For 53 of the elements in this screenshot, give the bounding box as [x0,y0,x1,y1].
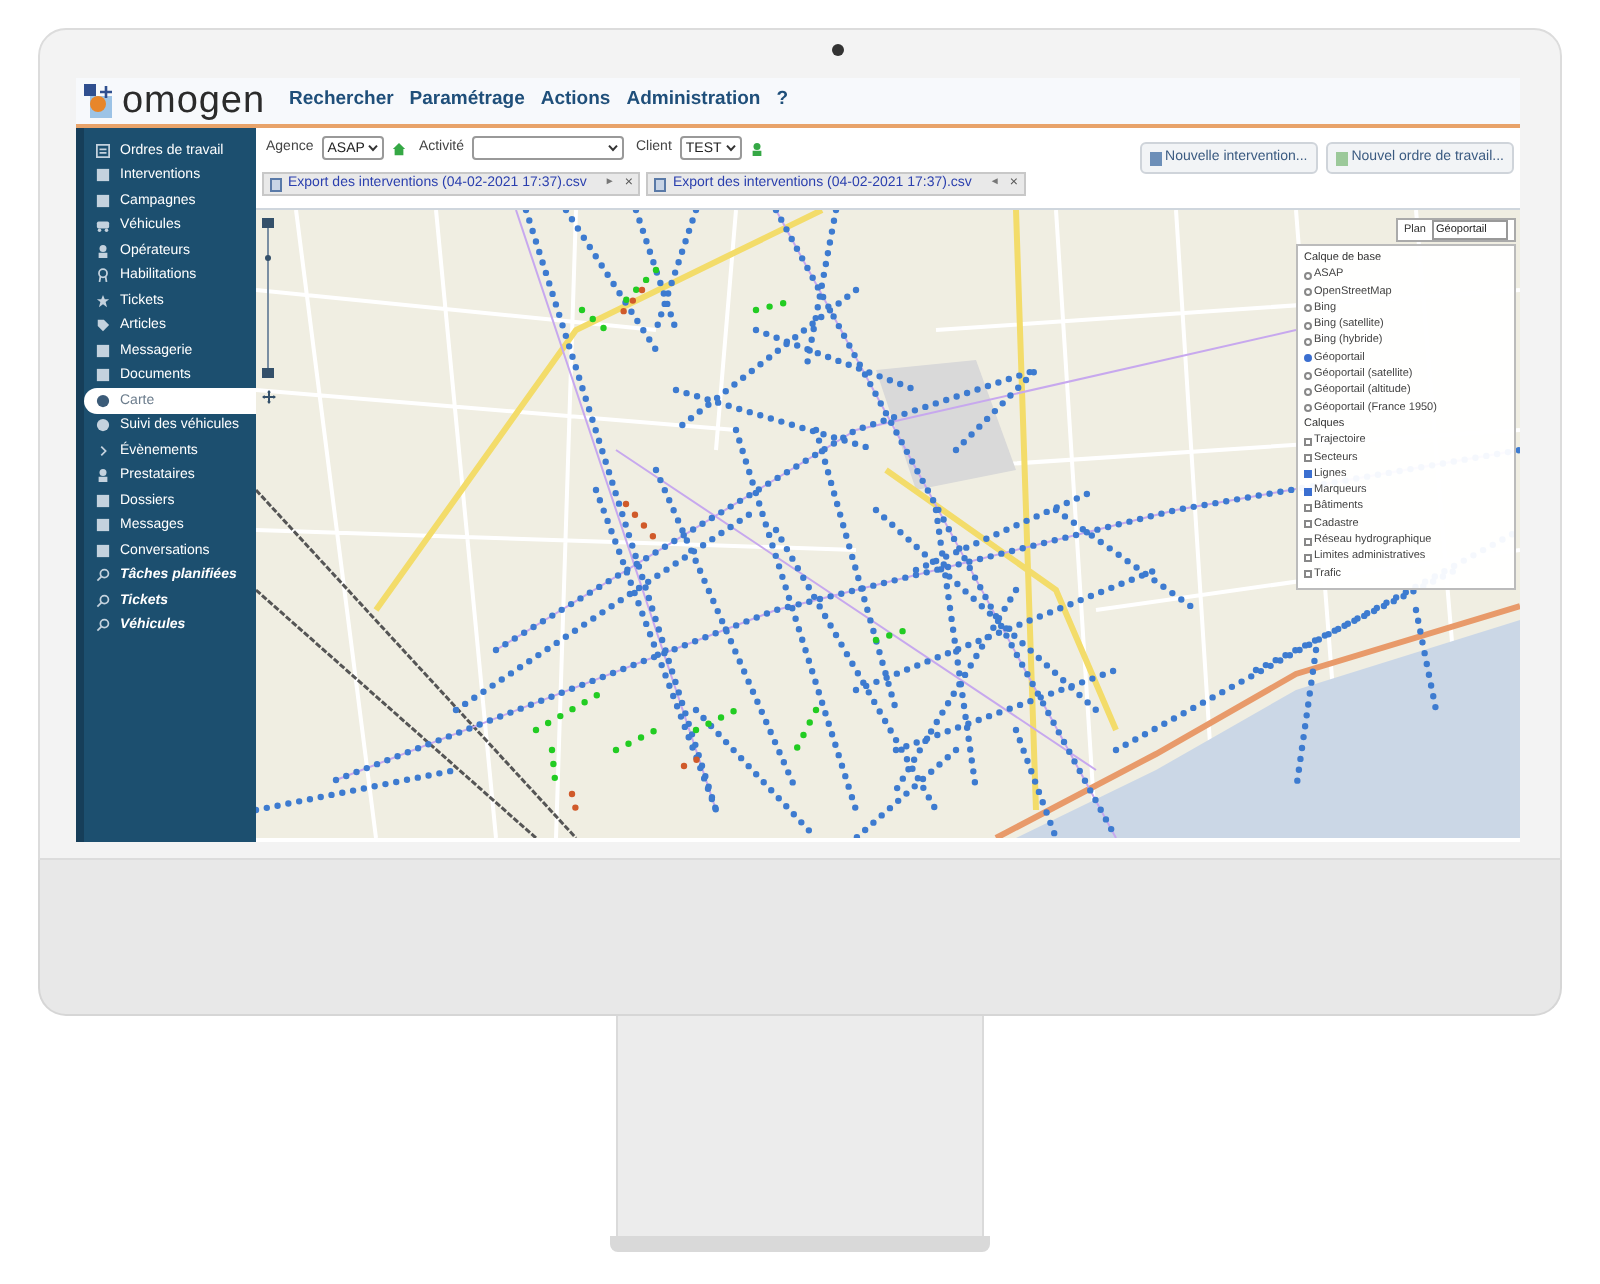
logo-icon [84,84,118,118]
radio-button[interactable] [1304,404,1312,413]
radio-button[interactable] [1304,354,1312,363]
radio-button[interactable] [1304,371,1312,380]
file-icon [270,177,282,191]
menu-item[interactable]: Paramétrage [409,86,525,116]
checkbox[interactable] [1304,537,1312,546]
checkbox[interactable] [1304,520,1312,529]
camera-icon [832,44,844,56]
search-icon [96,593,110,608]
person-icon [96,243,110,258]
square-icon [96,193,110,208]
radio-button[interactable] [1304,288,1312,297]
dropdown[interactable] [472,136,624,160]
checkbox[interactable] [1304,553,1312,562]
radio-button[interactable] [1304,321,1312,330]
menu-item[interactable]: ? [776,86,789,116]
chevron-icon [96,443,110,458]
square-icon [96,543,110,558]
radio-button[interactable] [1304,304,1312,313]
square-icon [96,493,110,508]
menu-item[interactable]: Rechercher [289,86,394,116]
menu-item[interactable]: Actions [540,86,611,116]
person-icon[interactable] [749,141,764,155]
person-icon [96,468,110,483]
radio-button[interactable] [1304,271,1312,280]
square-icon [96,168,110,183]
zoom-control-drawing[interactable] [262,218,274,378]
search-icon [96,568,110,583]
caret-icon [725,144,736,152]
pan-icon[interactable] [262,390,276,404]
checkbox[interactable] [1304,437,1312,446]
menu-item[interactable]: Administration [626,86,761,116]
tag-icon [96,318,110,333]
caret-icon [608,144,618,152]
car-icon [96,218,110,233]
home-icon[interactable] [392,141,407,155]
app-logo: omogen [122,82,266,120]
checkbox[interactable] [1304,487,1312,496]
checkbox[interactable] [1304,454,1312,463]
caret-icon [368,144,379,152]
search-icon [96,618,110,633]
file-icon [654,177,667,191]
checkbox[interactable] [1304,503,1312,512]
checkbox[interactable] [1304,570,1312,579]
star-icon [96,293,110,308]
square-icon [96,343,110,358]
radio-button[interactable] [1304,337,1312,346]
checkbox[interactable] [1304,470,1312,479]
radio-button[interactable] [1304,387,1312,396]
square-icon [96,368,110,383]
badge-icon [96,268,110,283]
square-icon [96,518,110,533]
